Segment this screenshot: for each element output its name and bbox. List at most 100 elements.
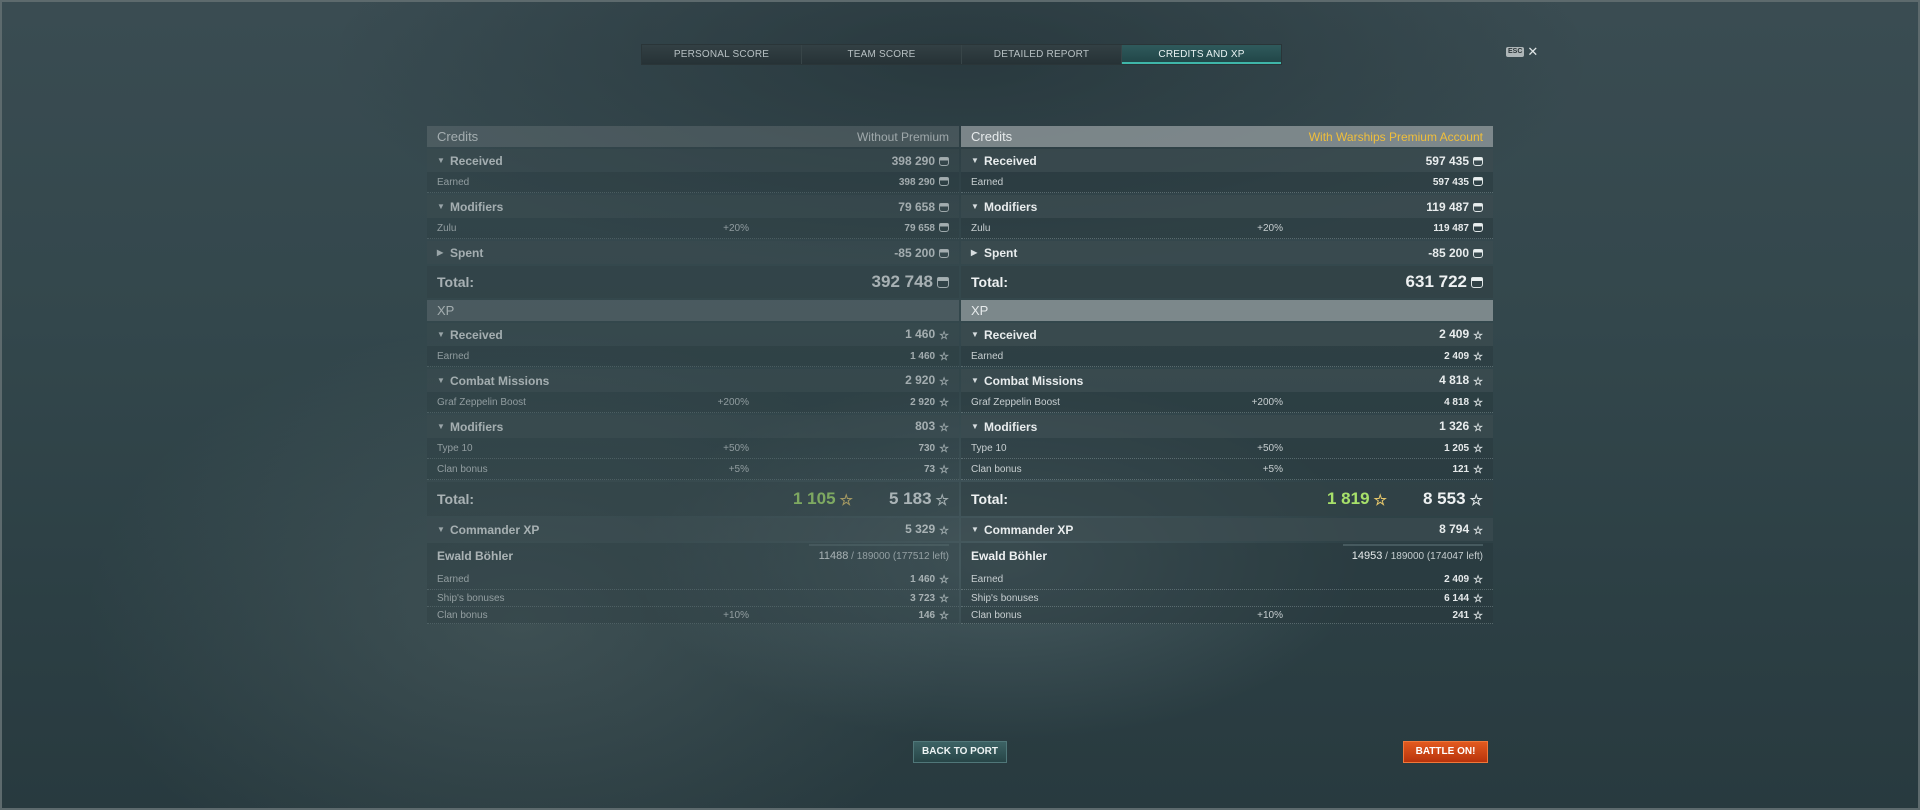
xp-received-section-toggle[interactable]: ▼ Received 1 460 ☆: [427, 323, 959, 346]
commander-xp-section-toggle[interactable]: ▼ Commander XP 8 794 ☆: [961, 518, 1493, 541]
value-group: 119 487: [1426, 200, 1483, 214]
value-group: 1 205 ☆: [1373, 442, 1483, 455]
credits-icon: [939, 202, 949, 212]
xp-star-icon: ☆: [939, 609, 949, 622]
battle-on-button[interactable]: BATTLE ON!: [1403, 741, 1488, 763]
xp-modifiers-section-toggle[interactable]: ▼ Modifiers 803 ☆: [427, 415, 959, 438]
close-button[interactable]: ESC ✕: [1506, 45, 1538, 58]
value-text: 597 435: [1425, 153, 1469, 168]
value-text: 730: [918, 442, 936, 454]
value-group: 146 ☆: [839, 609, 949, 622]
chevron-down-icon: ▼: [437, 330, 445, 339]
credits-total: Total: 392 748: [427, 266, 959, 298]
tab-personal-score[interactable]: PERSONAL SCORE: [642, 45, 802, 64]
combat-missions-section-toggle[interactable]: ▼ Combat Missions 2 920 ☆: [427, 369, 959, 392]
commander-xp-section-toggle[interactable]: ▼ Commander XP 5 329 ☆: [427, 518, 959, 541]
xp-star-icon: ☆: [939, 375, 949, 388]
value-text: 4 818: [1439, 373, 1470, 388]
value-group: 121 ☆: [1373, 463, 1483, 476]
value-text: Ship's bonuses: [437, 592, 505, 604]
value-text: Total:: [437, 491, 475, 507]
tab-team-score[interactable]: TEAM SCORE: [802, 45, 962, 64]
value-text: 803: [915, 419, 936, 434]
with-premium-panel: Credits With Warships Premium Account ▼ …: [961, 126, 1493, 624]
credits-icon: [939, 223, 949, 233]
value-text: Spent: [984, 245, 1018, 260]
clan-bonus-row: Clan bonus +5% 121 ☆: [961, 459, 1493, 480]
credits-total: Total: 631 722: [961, 266, 1493, 298]
tab-detailed-report[interactable]: DETAILED REPORT: [962, 45, 1122, 64]
progress-track: [809, 544, 949, 546]
value-group: 6 144 ☆: [1373, 592, 1483, 605]
chevron-right-icon: ▶: [437, 248, 444, 257]
value-text: 2 409: [1439, 327, 1470, 342]
chevron-down-icon: ▼: [437, 156, 445, 165]
value-text: / 189000 (177512 left): [851, 551, 949, 562]
chevron-down-icon: ▼: [971, 422, 979, 431]
value-text: Ship's bonuses: [971, 592, 1039, 604]
received-section-toggle[interactable]: ▼ Received 398 290: [427, 149, 959, 172]
free-xp-star-icon: ☆: [1373, 491, 1387, 509]
value-text: Earned: [971, 350, 1004, 362]
value-text: Clan bonus: [437, 609, 488, 621]
modifiers-section-toggle[interactable]: ▼ Modifiers 119 487: [961, 195, 1493, 218]
xp-star-icon: ☆: [1473, 329, 1483, 342]
spent-section-toggle[interactable]: ▶ Spent -85 200: [427, 241, 959, 264]
value-text: Modifiers: [984, 199, 1038, 214]
credits-title: Credits: [437, 129, 479, 144]
ships-bonuses-row: Ship's bonuses 6 144 ☆: [961, 590, 1493, 607]
value-text: 1 460: [910, 573, 936, 585]
chevron-down-icon: ▼: [971, 330, 979, 339]
tab-credits-and-xp[interactable]: CREDITS AND XP: [1122, 45, 1281, 64]
free-xp-star-icon: ☆: [839, 491, 853, 509]
credits-icon: [1473, 156, 1483, 166]
value-text: XP: [437, 303, 455, 318]
value-group: 1 326 ☆: [1439, 419, 1483, 433]
value-group: 4 818 ☆: [1373, 396, 1483, 409]
value-text: Zulu: [437, 222, 457, 234]
commander-name: Ewald Böhler: [971, 549, 1048, 563]
commander-row: Ewald Böhler 11488 / 189000 (177512 left…: [427, 543, 959, 569]
xp-received-section-toggle[interactable]: ▼ Received 2 409 ☆: [961, 323, 1493, 346]
modifiers-section-toggle[interactable]: ▼ Modifiers 79 658: [427, 195, 959, 218]
received-section-toggle[interactable]: ▼ Received 597 435: [961, 149, 1493, 172]
value-group: 73 ☆: [839, 463, 949, 476]
xp-header: XP: [427, 300, 959, 321]
credits-icon: [939, 156, 949, 166]
value-text: 11488: [818, 550, 849, 562]
value-text: 1 460: [905, 327, 936, 342]
combat-missions-section-toggle[interactable]: ▼ Combat Missions 4 818 ☆: [961, 369, 1493, 392]
value-group: 1 460 ☆: [839, 573, 949, 586]
chevron-down-icon: ▼: [971, 156, 979, 165]
value-text: Zulu: [971, 222, 991, 234]
graf-zeppelin-boost-row: Graf Zeppelin Boost +200% 4 818 ☆: [961, 392, 1493, 413]
spent-section-toggle[interactable]: ▶ Spent -85 200: [961, 241, 1493, 264]
value-text: Earned: [437, 176, 470, 188]
value-group: 1 460 ☆: [905, 327, 949, 341]
value-text: 398 290: [891, 153, 935, 168]
xp-star-icon: ☆: [1473, 375, 1483, 388]
value-text: 1 819: [1327, 489, 1370, 508]
xp-modifiers-section-toggle[interactable]: ▼ Modifiers 1 326 ☆: [961, 415, 1493, 438]
xp-star-icon: ☆: [1473, 396, 1483, 409]
value-group: 8 553 ☆: [1423, 489, 1483, 509]
progress-track: [1343, 544, 1483, 546]
value-text: Type 10: [437, 442, 473, 454]
chevron-down-icon: ▼: [437, 422, 445, 431]
value-text: 631 722: [1405, 272, 1467, 291]
value-text: +5%: [728, 463, 749, 475]
value-text: 2 920: [910, 396, 936, 408]
value-group: 79 658: [898, 200, 949, 214]
back-to-port-button[interactable]: BACK TO PORT: [913, 741, 1007, 763]
value-text: +200%: [717, 396, 749, 408]
value-text: 73: [924, 463, 936, 475]
value-text: +50%: [723, 442, 749, 454]
commander-name: Ewald Böhler: [437, 549, 514, 563]
type-10-row: Type 10 +50% 1 205 ☆: [961, 438, 1493, 459]
value-group: 392 748: [872, 272, 949, 292]
xp-star-icon: ☆: [935, 491, 949, 509]
type-10-row: Type 10 +50% 730 ☆: [427, 438, 959, 459]
value-text: +200%: [1251, 396, 1283, 408]
value-text: Graf Zeppelin Boost: [437, 396, 526, 408]
value-text: Graf Zeppelin Boost: [971, 396, 1060, 408]
